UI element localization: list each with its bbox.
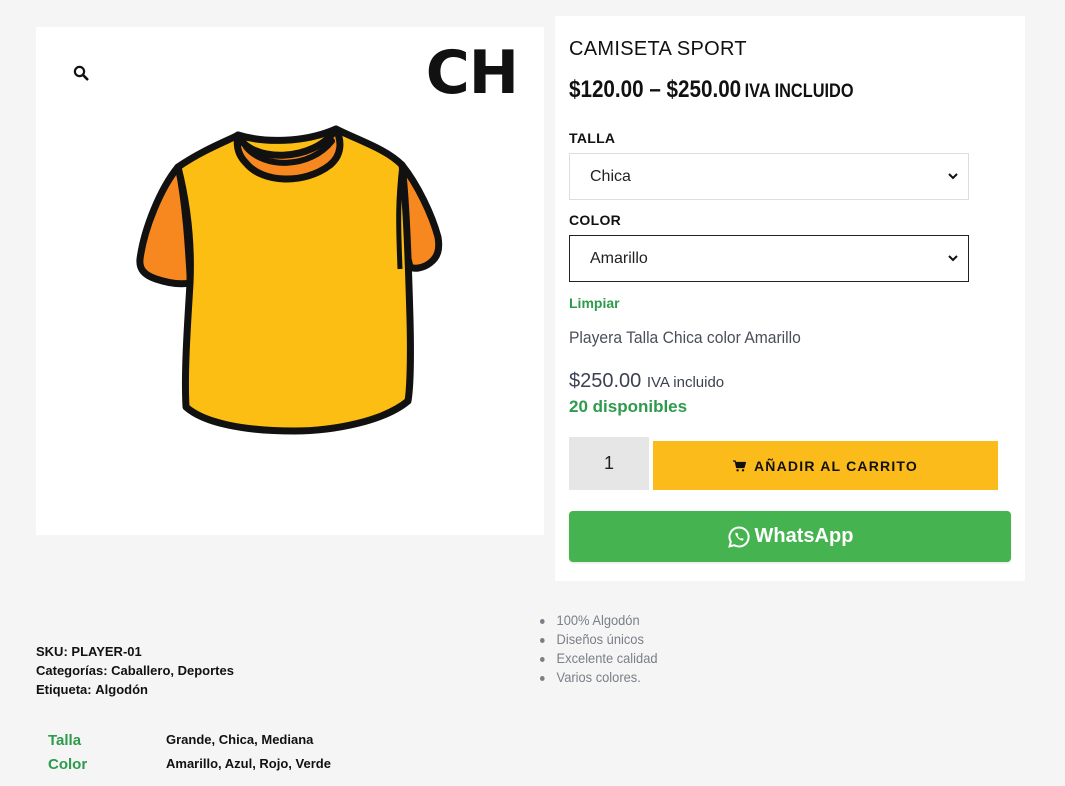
attribute-name: Talla [48,732,82,749]
attribute-values: Grande, Chica, Mediana [166,732,314,747]
size-label: TALLA [569,130,616,146]
categories-label: Categorías: [36,663,108,678]
price-range-tax: IVA INCLUIDO [744,81,854,102]
size-select[interactable]: Chica [569,153,969,200]
cart-icon [732,459,746,471]
tag-row: Etiqueta: Algodón [36,680,234,699]
product-title: CAMISETA SPORT [569,38,747,60]
chevron-down-icon [948,173,958,180]
size-badge-text: CH [425,38,519,108]
quantity-input[interactable]: 1 [569,437,649,490]
color-select-value: Amarillo [590,249,648,267]
add-to-cart-label: AÑADIR AL CARRITO [753,457,919,474]
list-item: Excelente calidad [540,649,658,668]
categories-row: Categorías: Caballero, Deportes [36,661,234,680]
add-to-cart-button[interactable]: AÑADIR AL CARRITO [653,441,998,490]
price-range-value: $120.00 – $250.00 [569,76,742,103]
whatsapp-icon [727,525,750,548]
whatsapp-button[interactable]: WhatsApp [569,511,1011,562]
categories-link[interactable]: Caballero, Deportes [111,663,234,678]
list-item: 100% Algodón [540,611,658,630]
list-item: Diseños únicos [540,630,658,649]
zoom-button[interactable] [70,62,92,84]
sku-value: PLAYER-01 [71,644,142,659]
clear-variations-link[interactable]: Limpiar [569,295,620,311]
variation-description: Playera Talla Chica color Amarillo [569,328,801,347]
list-item: Varios colores. [540,668,658,687]
feature-list: 100% Algodón Diseños únicos Excelente ca… [540,611,668,687]
product-gallery: CH [36,27,544,535]
search-icon [73,65,89,81]
tag-link[interactable]: Algodón [95,682,148,697]
color-label: COLOR [569,212,622,228]
color-select[interactable]: Amarillo [569,235,969,282]
sku-label: SKU: [36,644,68,659]
variation-price-tax: IVA incluido [646,374,725,391]
t-shirt-illustration [136,125,443,435]
chevron-down-icon [948,255,958,262]
attribute-name: Color [48,756,88,773]
price-range: $120.00 – $250.00 IVA INCLUIDO [569,76,854,104]
product-meta: SKU: PLAYER-01 Categorías: Caballero, De… [36,642,234,699]
tag-label: Etiqueta: [36,682,92,697]
product-summary: CAMISETA SPORT $120.00 – $250.00 IVA INCL… [555,16,1025,581]
size-select-value: Chica [590,167,631,185]
stock-status: 20 disponibles [569,397,688,416]
sku-row: SKU: PLAYER-01 [36,642,234,661]
variation-price: $250.00 IVA incluido [569,370,724,393]
whatsapp-label: WhatsApp [754,525,854,547]
attribute-values: Amarillo, Azul, Rojo, Verde [166,756,331,771]
variation-price-value: $250.00 [569,370,642,392]
